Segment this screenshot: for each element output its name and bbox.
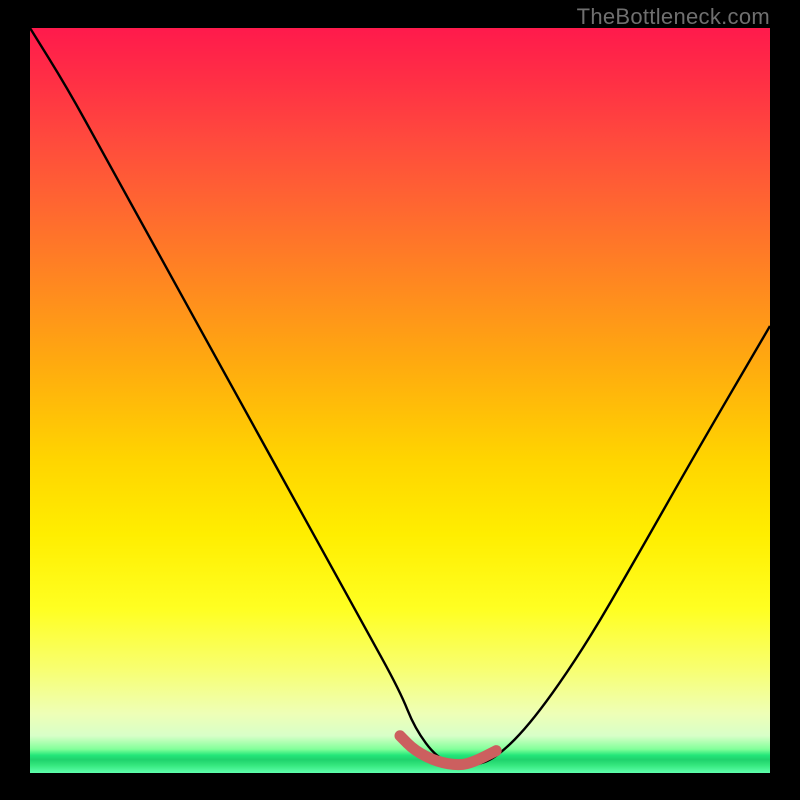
watermark-text: TheBottleneck.com — [577, 4, 770, 30]
accent-segment — [400, 736, 496, 765]
chart-frame: TheBottleneck.com — [0, 0, 800, 800]
plot-area — [30, 28, 770, 773]
curve-path — [30, 28, 770, 766]
bottleneck-curve — [30, 28, 770, 773]
